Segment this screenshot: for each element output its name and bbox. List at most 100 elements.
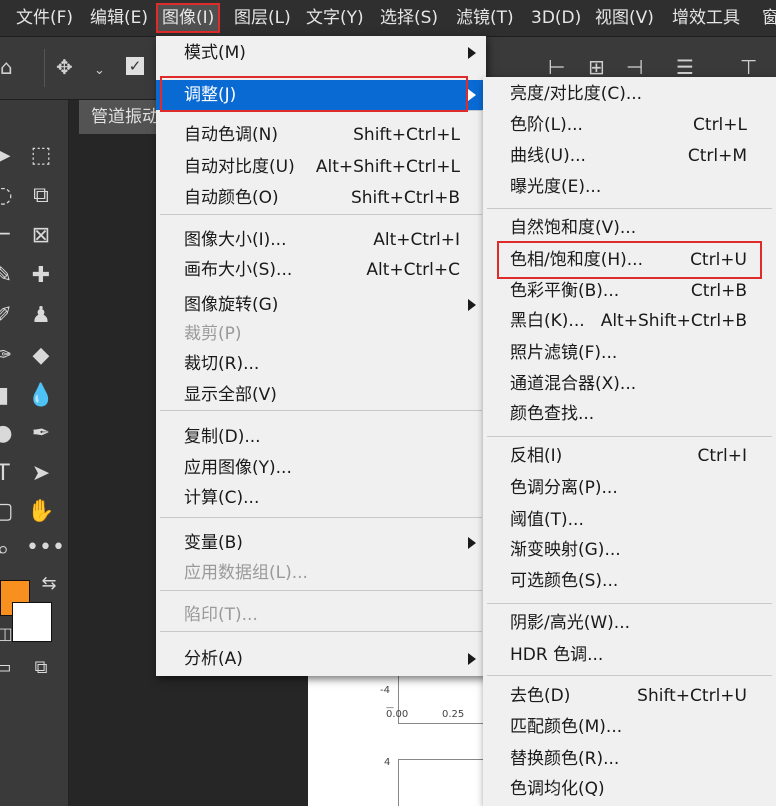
menu-item-gradient-map[interactable]: 渐变映射(G)... <box>483 535 776 565</box>
menu-item-invert[interactable]: 反相(I) Ctrl+I <box>483 441 776 471</box>
blur-drop-icon[interactable]: 💧 <box>26 384 56 408</box>
menu-separator <box>160 110 482 111</box>
menu-item-label: 通道混合器(X)... <box>510 374 637 394</box>
screen-mode-icon[interactable]: ⧉ <box>26 656 56 680</box>
menu-separator <box>487 675 772 676</box>
menu-item-threshold[interactable]: 阈值(T)... <box>483 505 776 535</box>
chevron-down-icon[interactable]: ⌄ <box>94 61 105 81</box>
menu-file[interactable]: 文件(F) <box>16 0 73 36</box>
healing-brush-icon[interactable]: ✚ <box>26 264 56 288</box>
menu-item-selective-color[interactable]: 可选颜色(S)... <box>483 566 776 596</box>
hand-icon[interactable]: ✋ <box>26 500 56 524</box>
menu-item-auto-tone[interactable]: 自动色调(N) Shift+Ctrl+L <box>156 120 486 150</box>
lasso-icon[interactable]: ◌ <box>0 184 18 208</box>
menu-item-apply-data-set: 应用数据组(L)... <box>156 558 486 588</box>
menu-item-shortcut: Ctrl+L <box>693 115 747 135</box>
menu-item-posterize[interactable]: 色调分离(P)... <box>483 473 776 503</box>
menu-item-label: 可选颜色(S)... <box>510 571 619 591</box>
menu-plugins[interactable]: 增效工具 <box>672 0 740 36</box>
menu-item-shadows-highlights[interactable]: 阴影/高光(W)... <box>483 608 776 638</box>
menu-item-auto-contrast[interactable]: 自动对比度(U) Alt+Shift+Ctrl+L <box>156 152 486 182</box>
menu-item-label: 曲线(U)... <box>510 146 586 166</box>
frame-icon[interactable]: ⊠ <box>26 224 56 248</box>
menu-item-shortcut: Ctrl+U <box>690 250 747 270</box>
menu-item-mode[interactable]: 模式(M) <box>156 38 486 68</box>
align-top-icon[interactable]: ☰ <box>676 57 694 77</box>
menu-item-hdr-toning[interactable]: HDR 色调... <box>483 640 776 670</box>
menu-item-replace-color[interactable]: 替换颜色(R)... <box>483 744 776 774</box>
zoom-icon[interactable]: ⌕ <box>0 538 18 562</box>
menu-item-adjustments[interactable]: 调整(J) <box>156 80 486 110</box>
distribute-icon[interactable]: ⊤ <box>740 57 757 77</box>
menu-item-analysis[interactable]: 分析(A) <box>156 644 486 674</box>
quick-mask-icon[interactable]: ▭ <box>0 656 18 680</box>
auto-select-checkbox[interactable]: ✓ <box>126 57 144 75</box>
menu-item-color-lookup[interactable]: 颜色查找... <box>483 399 776 429</box>
home-icon[interactable]: ⌂ <box>0 57 13 77</box>
menu-filter[interactable]: 滤镜(T) <box>456 0 514 36</box>
default-colors-icon[interactable]: ◫ <box>0 622 20 646</box>
brush-icon[interactable]: ✐ <box>0 304 18 328</box>
menu-item-color-balance[interactable]: 色彩平衡(B)... Ctrl+B <box>483 276 776 306</box>
menu-item-apply-image[interactable]: 应用图像(Y)... <box>156 453 486 483</box>
menu-item-shortcut: Shift+Ctrl+L <box>353 125 460 145</box>
menu-item-desaturate[interactable]: 去色(D) Shift+Ctrl+U <box>483 681 776 711</box>
menu-item-image-rotation[interactable]: 图像旋转(G) <box>156 290 486 320</box>
axis-line <box>398 759 399 806</box>
menu-item-brightness-contrast[interactable]: 亮度/对比度(C)... <box>483 79 776 109</box>
axis-tick-label: 0.25 <box>442 709 465 720</box>
align-left-icon[interactable]: ⊢ <box>548 57 565 77</box>
menu-item-image-size[interactable]: 图像大小(I)... Alt+Ctrl+I <box>156 225 486 255</box>
menu-item-shortcut: Shift+Ctrl+U <box>637 686 747 706</box>
more-tools-icon[interactable]: ••• <box>26 536 65 560</box>
menu-item-equalize[interactable]: 色调均化(Q) <box>483 774 776 804</box>
menu-edit[interactable]: 编辑(E) <box>90 0 148 36</box>
history-brush-icon[interactable]: ✑ <box>0 344 18 368</box>
menu-item-auto-color[interactable]: 自动颜色(O) Shift+Ctrl+B <box>156 183 486 213</box>
stamp-icon[interactable]: ♟ <box>26 304 56 328</box>
menu-item-calculations[interactable]: 计算(C)... <box>156 483 486 513</box>
menu-3d[interactable]: 3D(D) <box>531 0 581 36</box>
align-center-icon[interactable]: ⊞ <box>588 57 605 77</box>
menu-view[interactable]: 视图(V) <box>595 0 654 36</box>
path-select-icon[interactable]: ➤ <box>26 462 56 486</box>
menu-item-canvas-size[interactable]: 画布大小(S)... Alt+Ctrl+C <box>156 255 486 285</box>
menu-item-trim[interactable]: 裁切(R)... <box>156 349 486 379</box>
menu-item-exposure[interactable]: 曝光度(E)... <box>483 172 776 202</box>
menu-item-reveal-all[interactable]: 显示全部(V) <box>156 380 486 410</box>
menu-item-photo-filter[interactable]: 照片滤镜(F)... <box>483 338 776 368</box>
menu-item-label: 阴影/高光(W)... <box>510 613 631 633</box>
pen-icon[interactable]: ✒ <box>26 422 56 446</box>
menu-item-channel-mixer[interactable]: 通道混合器(X)... <box>483 369 776 399</box>
move-arrow-icon[interactable]: ▸ <box>0 144 20 168</box>
menu-item-variables[interactable]: 变量(B) <box>156 528 486 558</box>
rectangle-icon[interactable]: ▢ <box>0 500 18 524</box>
menu-item-levels[interactable]: 色阶(L)... Ctrl+L <box>483 110 776 140</box>
move-tool-icon[interactable]: ✥ <box>56 57 73 77</box>
menu-layer[interactable]: 图层(L) <box>234 0 291 36</box>
menu-type[interactable]: 文字(Y) <box>306 0 364 36</box>
menu-image[interactable]: 图像(I) <box>156 3 221 33</box>
menu-item-label: 陷印(T)... <box>184 605 258 625</box>
menu-item-duplicate[interactable]: 复制(D)... <box>156 422 486 452</box>
menu-item-black-white[interactable]: 黑白(K)... Alt+Shift+Ctrl+B <box>483 306 776 336</box>
eyedropper-icon[interactable]: ✎ <box>0 264 18 288</box>
crop-icon[interactable]: ⌐ <box>0 224 18 248</box>
dodge-icon[interactable]: ● <box>0 422 18 446</box>
menu-item-vibrance[interactable]: 自然饱和度(V)... <box>483 213 776 243</box>
menu-item-hue-saturation[interactable]: 色相/饱和度(H)... Ctrl+U <box>483 241 776 279</box>
type-icon[interactable]: T <box>0 462 18 486</box>
menu-window[interactable]: 窗 <box>762 0 776 36</box>
eraser-icon[interactable]: ◆ <box>26 344 56 368</box>
object-select-icon[interactable]: ⧉ <box>26 184 56 208</box>
menu-item-curves[interactable]: 曲线(U)... Ctrl+M <box>483 141 776 171</box>
align-right-icon[interactable]: ⊣ <box>626 57 643 77</box>
swap-colors-icon[interactable]: ⇆ <box>34 572 64 596</box>
marquee-icon[interactable]: ⬚ <box>26 144 56 168</box>
gradient-icon[interactable]: ▮ <box>0 384 18 408</box>
menu-item-label: 替换颜色(R)... <box>510 749 620 769</box>
menu-separator <box>487 208 772 209</box>
menu-item-label: 色调分离(P)... <box>510 478 618 498</box>
menu-item-match-color[interactable]: 匹配颜色(M)... <box>483 712 776 742</box>
menu-select[interactable]: 选择(S) <box>380 0 438 36</box>
